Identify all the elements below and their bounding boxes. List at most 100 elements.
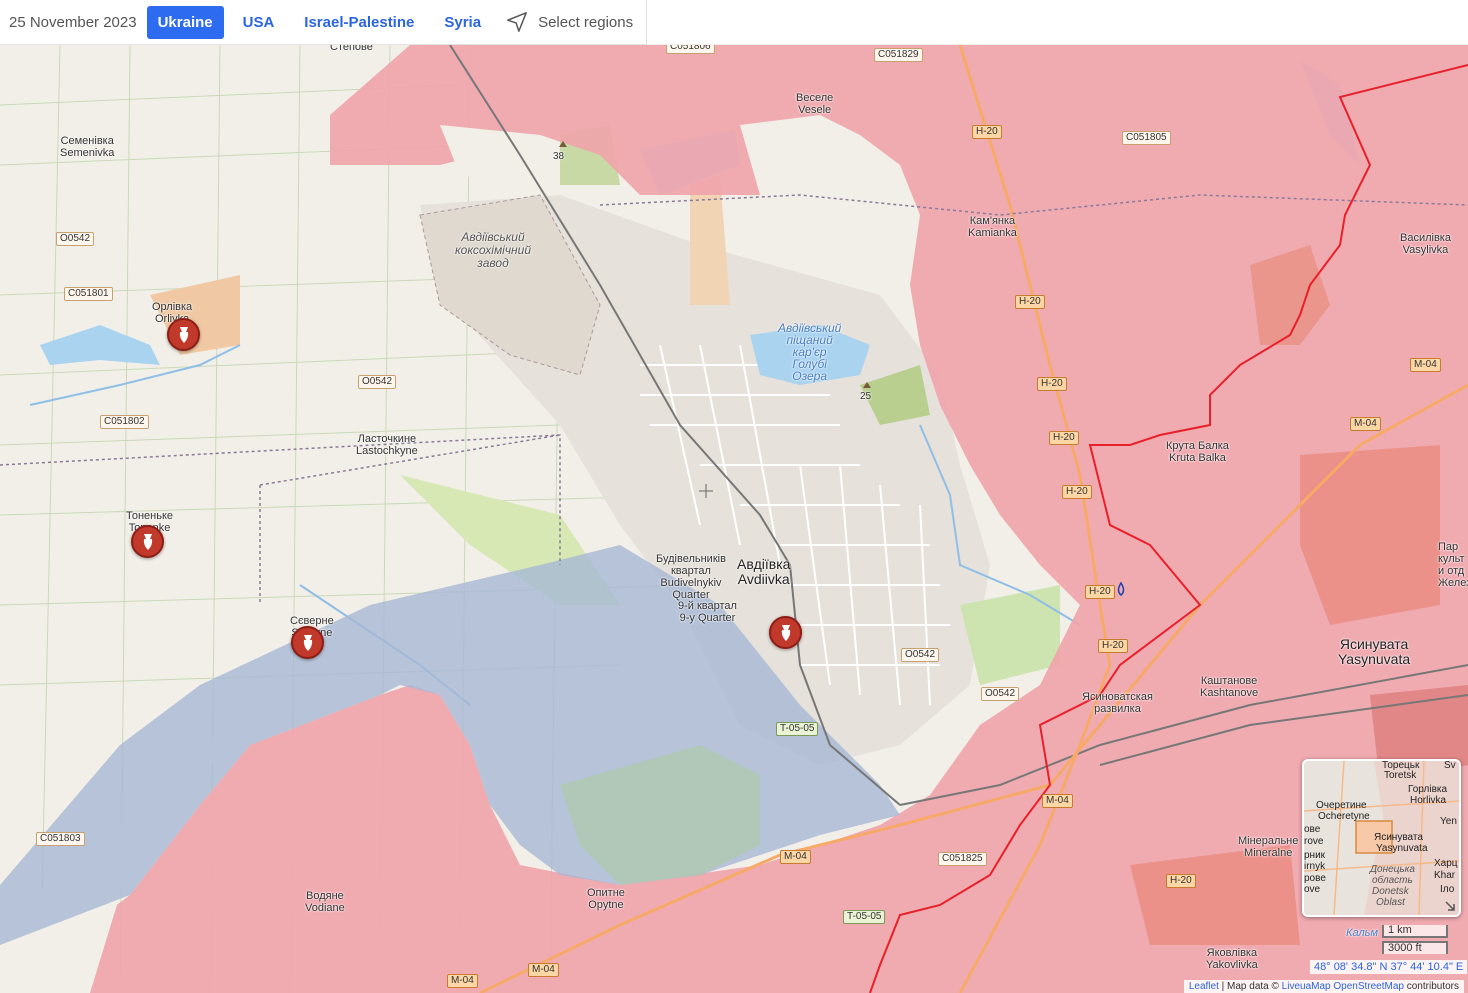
road-shield-c051803: C051803	[36, 832, 85, 846]
label-edge-text: Паркульти отдЖелезнодо	[1438, 541, 1468, 589]
road-shield-m04-1: M-04	[1410, 358, 1441, 372]
road-shield-t0505-2: T-05-05	[843, 910, 886, 924]
map-canvas[interactable]: Семенівка Semenivka Орлівка Orlivka Ласточ…	[0, 45, 1468, 993]
airstrike-marker-avdiivka[interactable]	[769, 616, 802, 649]
road-shield-o0542-4: O0542	[981, 687, 1020, 701]
tab-usa[interactable]: USA	[232, 6, 286, 39]
road-shield-h20-5: H-20	[1062, 485, 1092, 499]
road-shield-h20-2: H-20	[1015, 295, 1045, 309]
label-stepove: Степове	[330, 45, 373, 53]
map-attribution: Leaflet | Map data © LiveuaMap OpenStree…	[1183, 980, 1464, 993]
minimap-label-left-2: rove	[1304, 836, 1324, 847]
road-shield-m04-6: M-04	[447, 974, 478, 988]
liveuamap-link[interactable]: LiveuaMap	[1282, 981, 1331, 992]
road-shield-h20-7: H-20	[1098, 639, 1128, 653]
minimap-label-oblast-4: Oblast	[1376, 897, 1405, 908]
minimap-label-oblast-1: Донецька	[1370, 864, 1415, 875]
minimap-label-oblast-3: Donetsk	[1372, 886, 1409, 897]
minimap-label-right-3: Харц	[1434, 858, 1458, 869]
road-shield-m04-3: M-04	[1042, 794, 1073, 808]
bomb-icon	[781, 624, 790, 641]
attribution-contrib: contributors	[1403, 981, 1459, 992]
select-regions-label: Select regions	[538, 13, 634, 31]
minimap-label-horlivka: Horlivka	[1410, 795, 1447, 806]
minimap-label-left-4: irnyk	[1304, 861, 1326, 872]
header-bar: 25 November 2023 Ukraine USA Israel-Pale…	[0, 0, 647, 45]
minimap-toggle-icon[interactable]	[1443, 899, 1457, 913]
label-coke-plant: Авдіївський коксохімічний завод	[455, 230, 532, 270]
bomb-icon	[179, 326, 188, 343]
road-shield-t0505-1: T-05-05	[776, 722, 819, 736]
road-shield-c051806: C051806	[666, 45, 715, 54]
label-mineralne: Мінеральне Mineralne	[1238, 835, 1299, 859]
minimap-label-left-1: ове	[1304, 824, 1321, 835]
road-shield-c051829: C051829	[874, 48, 923, 62]
airstrike-marker-orlivka[interactable]	[167, 318, 200, 351]
road-shield-o0542-3: O0542	[901, 648, 940, 662]
date-label: 25 November 2023	[9, 13, 137, 31]
leaflet-link[interactable]: Leaflet	[1189, 981, 1219, 992]
select-regions-button[interactable]: Select regions	[506, 11, 633, 33]
label-razvilka: Ясиноватская развилка	[1082, 691, 1153, 715]
scale-km: 1 km	[1382, 925, 1448, 938]
minimap-label-right-5: Іло	[1440, 884, 1455, 895]
minimap-label-toretsk: Toretsk	[1384, 770, 1417, 781]
road-shield-m04-2: M-04	[1350, 417, 1381, 431]
attribution-sep: | Map data ©	[1218, 981, 1282, 992]
road-shield-m04-5: M-04	[528, 963, 559, 977]
label-peak-25: 25	[860, 391, 872, 402]
label-kruta-balka: Крута Балка Kruta Balka	[1166, 440, 1229, 464]
minimap-label-left-5: рове	[1304, 873, 1326, 884]
airstrike-marker-severne[interactable]	[291, 626, 324, 659]
minimap-label-right-4: Khar	[1434, 870, 1456, 881]
cursor-coordinates: 48° 08' 34.8" N 37° 44' 10.4" E	[1310, 960, 1468, 974]
label-lastochkyne: Ласточкине Lastochkyne	[356, 433, 418, 457]
label-vodiane: Водяне Vodiane	[305, 890, 345, 914]
label-yasynuvata: Ясинувата Yasynuvata	[1338, 636, 1411, 667]
road-shield-c051805: C051805	[1122, 131, 1171, 145]
navigation-arrow-icon	[507, 12, 527, 32]
minimap-label-left-6: ove	[1304, 884, 1321, 895]
label-vesele: Веселе Vesele	[796, 92, 834, 116]
label-peak-38: 38	[553, 151, 565, 162]
road-shield-h20-8: H-20	[1166, 874, 1196, 888]
tab-ukraine[interactable]: Ukraine	[146, 5, 224, 39]
label-avdiivka: Авдіївка Avdiivka	[737, 556, 791, 587]
tab-israel-palestine[interactable]: Israel-Palestine	[293, 6, 425, 39]
minimap-label-horlivka-uk: Горлівка	[1408, 784, 1448, 795]
road-shield-h20-1: H-20	[972, 125, 1002, 139]
minimap-label-right-2: Yen	[1440, 816, 1457, 827]
road-shield-o0542-2: O0542	[358, 375, 397, 389]
road-shield-o0542-1: O0542	[56, 232, 95, 246]
minimap-label-oblast-2: область	[1372, 875, 1413, 886]
road-shield-h20-3: H-20	[1037, 377, 1067, 391]
header-spacer	[647, 0, 1468, 44]
bomb-icon	[303, 634, 312, 651]
road-shield-c051802: C051802	[100, 415, 149, 429]
airstrike-marker-tonenke[interactable]	[131, 525, 164, 558]
label-budivelnykiv: Будівельників квартал Budivelnykiv Quarter	[656, 553, 726, 601]
label-vasylivka: Василівка Vasylivka	[1400, 232, 1451, 256]
label-kalmius: Кальм	[1346, 927, 1379, 939]
overview-minimap[interactable]: Торецьк Toretsk Горлівка Horlivka Очерет…	[1302, 759, 1461, 917]
label-quarter-9: 9-й квартал 9-y Quarter	[678, 600, 737, 624]
minimap-label-left-3: рник	[1304, 850, 1326, 861]
label-kashtanove: Каштанове Kashtanove	[1200, 675, 1259, 699]
farm-patch-2	[1300, 445, 1440, 625]
tab-syria[interactable]: Syria	[433, 6, 492, 39]
road-shield-m04-4: M-04	[780, 850, 811, 864]
label-quarry: Авдіївський піщаний кар'єр Голубі Озера	[778, 321, 842, 383]
road-shield-h20-4: H-20	[1049, 431, 1079, 445]
road-shield-h20-6: H-20	[1085, 585, 1115, 599]
label-yakovlivka: Яковлівка Yakovlivka	[1206, 947, 1258, 971]
scale-ft: 3000 ft	[1382, 941, 1448, 954]
label-kamianka: Кам'янка Kamianka	[968, 215, 1017, 239]
label-semenivka: Семенівка Semenivka	[60, 135, 115, 159]
road-shield-c051825: C051825	[938, 852, 987, 866]
minimap-label-ocheretyne: Ocheretyne	[1318, 811, 1370, 822]
osm-link[interactable]: OpenStreetMap	[1333, 981, 1404, 992]
bomb-icon	[143, 533, 152, 550]
label-opytne: Опитне Opytne	[587, 887, 625, 911]
minimap-label-right-1: Sv	[1444, 760, 1456, 771]
minimap-label-ocheretyne-uk: Очеретине	[1316, 800, 1367, 811]
